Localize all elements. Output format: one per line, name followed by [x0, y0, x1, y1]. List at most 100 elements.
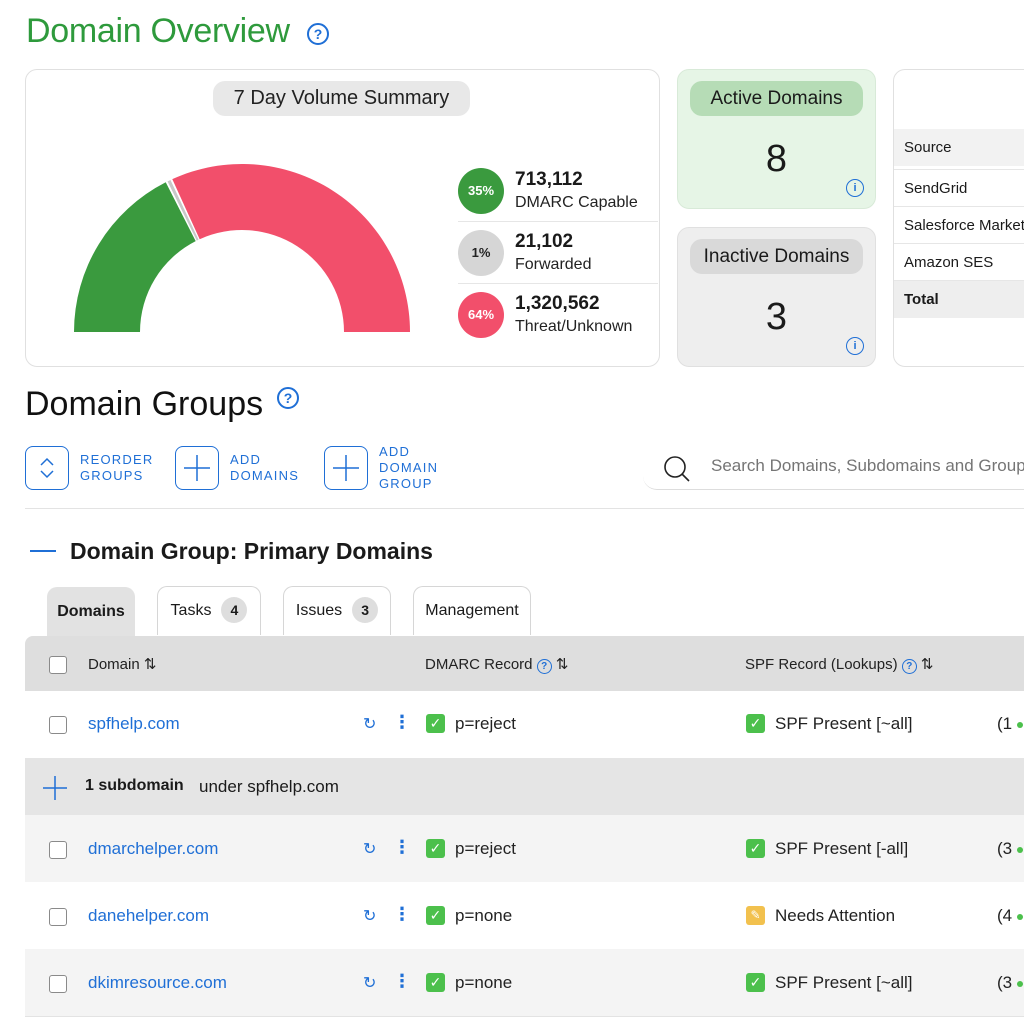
- lookup-count: (1: [997, 714, 1013, 733]
- tab-label: Management: [425, 602, 519, 619]
- reorder-groups-button[interactable]: [25, 446, 69, 490]
- status-dot: [1017, 722, 1023, 728]
- domain-link[interactable]: spfhelp.com: [88, 714, 180, 734]
- more-menu-icon[interactable]: ⋮: [393, 837, 411, 858]
- add-domain-group-button[interactable]: [324, 446, 368, 490]
- lookup-count: (3: [997, 839, 1013, 858]
- volume-gauge-chart: [74, 163, 410, 332]
- sort-icon[interactable]: ⇅: [921, 656, 934, 673]
- search-input[interactable]: [709, 455, 1024, 477]
- help-icon[interactable]: ?: [307, 23, 329, 45]
- tab-count-badge: 4: [221, 597, 248, 623]
- reorder-groups-label[interactable]: REORDER GROUPS: [80, 452, 153, 484]
- dmarc-value: p=reject: [455, 839, 516, 858]
- expand-plus-icon[interactable]: [42, 775, 68, 801]
- page-title: Domain Overview: [26, 12, 290, 50]
- reorder-icon: [40, 457, 54, 479]
- plus-icon: [184, 455, 210, 481]
- spf-value: SPF Present [~all]: [775, 714, 913, 733]
- percent-badge: 1%: [458, 230, 504, 276]
- domain-link[interactable]: danehelper.com: [88, 906, 209, 926]
- legend-value: 1,320,562: [515, 293, 600, 314]
- more-menu-icon[interactable]: ⋮: [393, 712, 411, 733]
- label-line: ADD: [230, 452, 262, 467]
- lookup-count: (4: [997, 906, 1013, 925]
- help-icon[interactable]: ?: [277, 387, 299, 409]
- legend-item-dmarc-capable: 35% 713,112 DMARC Capable: [458, 161, 658, 222]
- check-icon: ✓: [426, 973, 445, 992]
- sort-icon[interactable]: ⇅: [556, 656, 569, 673]
- tab-management[interactable]: Management: [413, 586, 531, 635]
- volume-summary-title: 7 Day Volume Summary: [213, 81, 470, 116]
- plus-icon: [333, 455, 359, 481]
- row-checkbox[interactable]: [49, 975, 67, 993]
- inactive-domains-label: Inactive Domains: [690, 239, 863, 274]
- search-icon: [664, 456, 690, 482]
- info-icon[interactable]: i: [846, 179, 864, 197]
- tab-label: Issues: [295, 602, 343, 619]
- select-all-checkbox[interactable]: [49, 656, 67, 674]
- status-dot: [1017, 981, 1023, 987]
- tab-label: Domains: [57, 603, 125, 620]
- legend-value: 713,112: [515, 169, 583, 190]
- legend-label: Forwarded: [515, 256, 592, 273]
- active-domains-label: Active Domains: [690, 81, 863, 116]
- refresh-icon[interactable]: ↻: [363, 839, 376, 859]
- column-label: Domain: [88, 656, 140, 673]
- label-line: GROUP: [379, 476, 433, 491]
- legend-item-threat: 64% 1,320,562 Threat/Unknown: [458, 285, 658, 345]
- gauge-segment-threat-unknown: [172, 163, 410, 332]
- label-line: DOMAINS: [230, 468, 300, 483]
- inactive-domains-count: 3: [765, 296, 788, 338]
- spf-value: SPF Present [-all]: [775, 839, 909, 858]
- collapse-icon[interactable]: [30, 550, 56, 552]
- refresh-icon[interactable]: ↻: [363, 714, 376, 734]
- spf-value: Needs Attention: [775, 906, 896, 925]
- help-icon[interactable]: ?: [901, 659, 917, 674]
- gauge-segment-dmarc-capable: [74, 182, 196, 332]
- source-row: Salesforce Marketing: [894, 206, 1024, 244]
- legend-item-forwarded: 1% 21,102 Forwarded: [458, 223, 658, 284]
- check-icon: ✓: [746, 973, 765, 992]
- label-line: REORDER: [80, 452, 154, 467]
- percent-badge: 64%: [458, 292, 504, 338]
- tab-tasks[interactable]: Tasks 4: [157, 586, 261, 635]
- search-box[interactable]: [643, 447, 1024, 490]
- status-dot: [1017, 914, 1023, 920]
- domain-groups-title: Domain Groups: [25, 385, 264, 423]
- label-line: DOMAIN: [379, 460, 439, 475]
- spf-value: SPF Present [~all]: [775, 973, 913, 992]
- add-domain-group-label[interactable]: ADD DOMAIN GROUP: [379, 444, 438, 492]
- column-label: DMARC Record: [425, 656, 533, 673]
- refresh-icon[interactable]: ↻: [363, 906, 376, 926]
- column-header-domain[interactable]: Domain ⇅: [88, 655, 156, 673]
- sort-icon[interactable]: ⇅: [144, 656, 157, 673]
- column-header-spf[interactable]: SPF Record (Lookups) ? ⇅: [745, 655, 934, 674]
- tab-domains[interactable]: Domains: [47, 587, 135, 636]
- domain-link[interactable]: dkimresource.com: [88, 973, 227, 993]
- more-menu-icon[interactable]: ⋮: [393, 904, 411, 925]
- lookup-count: (3: [997, 973, 1013, 992]
- domain-link[interactable]: dmarchelper.com: [88, 839, 218, 859]
- active-domains-count: 8: [765, 138, 788, 180]
- label-line: GROUPS: [80, 468, 144, 483]
- divider: [25, 508, 1024, 509]
- row-checkbox[interactable]: [49, 908, 67, 926]
- status-dot: [1017, 847, 1023, 853]
- check-icon: ✓: [426, 714, 445, 733]
- column-header-dmarc[interactable]: DMARC Record ? ⇅: [425, 655, 568, 674]
- percent-badge: 35%: [458, 168, 504, 214]
- row-checkbox[interactable]: [49, 716, 67, 734]
- divider: [25, 1016, 1024, 1017]
- add-domains-label[interactable]: ADD DOMAINS: [230, 452, 299, 484]
- add-domains-button[interactable]: [175, 446, 219, 490]
- refresh-icon[interactable]: ↻: [363, 973, 376, 993]
- tab-label: Tasks: [170, 602, 212, 619]
- more-menu-icon[interactable]: ⋮: [393, 971, 411, 992]
- help-icon[interactable]: ?: [536, 659, 552, 674]
- row-checkbox[interactable]: [49, 841, 67, 859]
- tab-issues[interactable]: Issues 3: [283, 586, 391, 635]
- warning-icon: ✎: [746, 906, 765, 925]
- label-line: ADD: [379, 444, 411, 459]
- info-icon[interactable]: i: [846, 337, 864, 355]
